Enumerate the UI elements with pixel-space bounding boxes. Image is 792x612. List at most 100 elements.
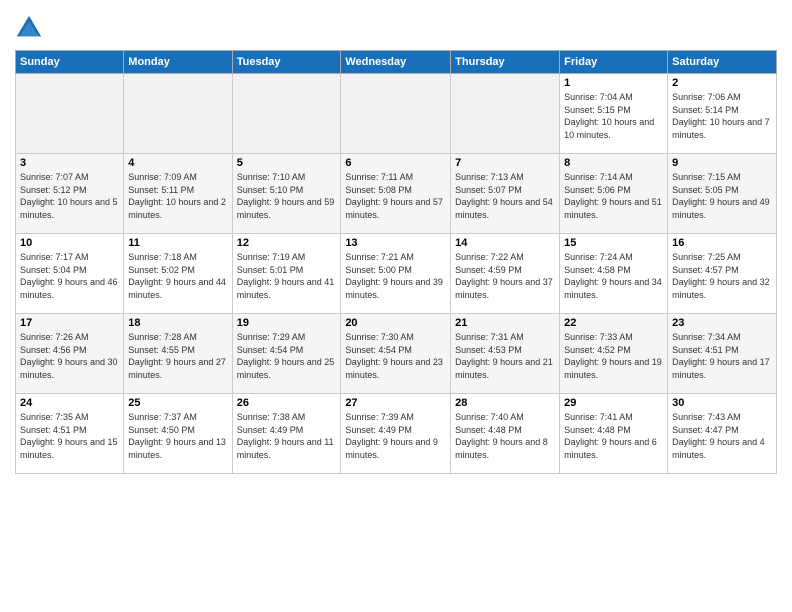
day-info: Sunrise: 7:13 AM Sunset: 5:07 PM Dayligh… xyxy=(455,171,555,221)
day-info: Sunrise: 7:25 AM Sunset: 4:57 PM Dayligh… xyxy=(672,251,772,301)
day-number: 21 xyxy=(455,317,555,329)
day-cell: 29 Sunrise: 7:41 AM Sunset: 4:48 PM Dayli… xyxy=(560,394,668,474)
day-number: 8 xyxy=(564,157,663,169)
week-row-4: 17 Sunrise: 7:26 AM Sunset: 4:56 PM Dayli… xyxy=(16,314,777,394)
day-cell: 6Sunrise: 7:11 AM Sunset: 5:08 PM Daylig… xyxy=(341,154,451,234)
calendar-header-row: SundayMondayTuesdayWednesdayThursdayFrid… xyxy=(16,51,777,74)
day-info: Sunrise: 7:22 AM Sunset: 4:59 PM Dayligh… xyxy=(455,251,555,301)
day-cell: 10 Sunrise: 7:17 AM Sunset: 5:04 PM Dayli… xyxy=(16,234,124,314)
day-number: 6 xyxy=(345,157,446,169)
day-cell: 16 Sunrise: 7:25 AM Sunset: 4:57 PM Dayli… xyxy=(668,234,777,314)
day-number: 28 xyxy=(455,397,555,409)
day-cell xyxy=(124,74,232,154)
day-number: 3 xyxy=(20,157,119,169)
day-number: 10 xyxy=(20,237,119,249)
day-cell: 3 Sunrise: 7:07 AM Sunset: 5:12 PM Daylig… xyxy=(16,154,124,234)
day-cell: 15 Sunrise: 7:24 AM Sunset: 4:58 PM Dayli… xyxy=(560,234,668,314)
day-cell: 9 Sunrise: 7:15 AM Sunset: 5:05 PM Daylig… xyxy=(668,154,777,234)
day-info: Sunrise: 7:24 AM Sunset: 4:58 PM Dayligh… xyxy=(564,251,663,301)
day-cell: 25 Sunrise: 7:37 AM Sunset: 4:50 PM Dayli… xyxy=(124,394,232,474)
day-info: Sunrise: 7:31 AM Sunset: 4:53 PM Dayligh… xyxy=(455,331,555,381)
day-info: Sunrise: 7:39 AM Sunset: 4:49 PM Dayligh… xyxy=(345,411,446,461)
day-cell: 8 Sunrise: 7:14 AM Sunset: 5:06 PM Daylig… xyxy=(560,154,668,234)
day-cell: 18Sunrise: 7:28 AM Sunset: 4:55 PM Dayli… xyxy=(124,314,232,394)
day-cell: 7 Sunrise: 7:13 AM Sunset: 5:07 PM Daylig… xyxy=(451,154,560,234)
day-number: 12 xyxy=(237,237,337,249)
day-info: Sunrise: 7:14 AM Sunset: 5:06 PM Dayligh… xyxy=(564,171,663,221)
day-cell: 21 Sunrise: 7:31 AM Sunset: 4:53 PM Dayli… xyxy=(451,314,560,394)
day-info: Sunrise: 7:41 AM Sunset: 4:48 PM Dayligh… xyxy=(564,411,663,461)
day-number: 17 xyxy=(20,317,119,329)
day-cell xyxy=(232,74,341,154)
header-thursday: Thursday xyxy=(451,51,560,74)
day-cell xyxy=(341,74,451,154)
page: SundayMondayTuesdayWednesdayThursdayFrid… xyxy=(0,0,792,612)
header-tuesday: Tuesday xyxy=(232,51,341,74)
day-number: 9 xyxy=(672,157,772,169)
day-cell: 26 Sunrise: 7:38 AM Sunset: 4:49 PM Dayli… xyxy=(232,394,341,474)
header-monday: Monday xyxy=(124,51,232,74)
day-info: Sunrise: 7:37 AM Sunset: 4:50 PM Dayligh… xyxy=(128,411,227,461)
day-cell: 11 Sunrise: 7:18 AM Sunset: 5:02 PM Dayli… xyxy=(124,234,232,314)
day-info: Sunrise: 7:04 AM Sunset: 5:15 PM Dayligh… xyxy=(564,91,663,141)
day-info: Sunrise: 7:30 AM Sunset: 4:54 PM Dayligh… xyxy=(345,331,446,381)
header-saturday: Saturday xyxy=(668,51,777,74)
day-number: 14 xyxy=(455,237,555,249)
day-number: 15 xyxy=(564,237,663,249)
week-row-5: 24Sunrise: 7:35 AM Sunset: 4:51 PM Dayli… xyxy=(16,394,777,474)
day-number: 7 xyxy=(455,157,555,169)
day-cell: 2Sunrise: 7:06 AM Sunset: 5:14 PM Daylig… xyxy=(668,74,777,154)
day-info: Sunrise: 7:18 AM Sunset: 5:02 PM Dayligh… xyxy=(128,251,227,301)
day-number: 23 xyxy=(672,317,772,329)
day-cell: 24Sunrise: 7:35 AM Sunset: 4:51 PM Dayli… xyxy=(16,394,124,474)
day-cell: 4 Sunrise: 7:09 AM Sunset: 5:11 PM Daylig… xyxy=(124,154,232,234)
day-number: 19 xyxy=(237,317,337,329)
day-number: 25 xyxy=(128,397,227,409)
day-cell: 12 Sunrise: 7:19 AM Sunset: 5:01 PM Dayli… xyxy=(232,234,341,314)
week-row-1: 1 Sunrise: 7:04 AM Sunset: 5:15 PM Daylig… xyxy=(16,74,777,154)
day-cell: 5Sunrise: 7:10 AM Sunset: 5:10 PM Daylig… xyxy=(232,154,341,234)
day-cell: 23 Sunrise: 7:34 AM Sunset: 4:51 PM Dayli… xyxy=(668,314,777,394)
day-cell: 20 Sunrise: 7:30 AM Sunset: 4:54 PM Dayli… xyxy=(341,314,451,394)
day-info: Sunrise: 7:07 AM Sunset: 5:12 PM Dayligh… xyxy=(20,171,119,221)
day-number: 4 xyxy=(128,157,227,169)
logo-icon xyxy=(15,14,43,42)
day-number: 5 xyxy=(237,157,337,169)
day-cell: 19Sunrise: 7:29 AM Sunset: 4:54 PM Dayli… xyxy=(232,314,341,394)
day-number: 20 xyxy=(345,317,446,329)
day-cell: 28Sunrise: 7:40 AM Sunset: 4:48 PM Dayli… xyxy=(451,394,560,474)
day-number: 13 xyxy=(345,237,446,249)
day-cell: 13 Sunrise: 7:21 AM Sunset: 5:00 PM Dayli… xyxy=(341,234,451,314)
day-number: 29 xyxy=(564,397,663,409)
week-row-2: 3 Sunrise: 7:07 AM Sunset: 5:12 PM Daylig… xyxy=(16,154,777,234)
day-cell: 27Sunrise: 7:39 AM Sunset: 4:49 PM Dayli… xyxy=(341,394,451,474)
day-cell: 30Sunrise: 7:43 AM Sunset: 4:47 PM Dayli… xyxy=(668,394,777,474)
day-cell xyxy=(451,74,560,154)
day-number: 26 xyxy=(237,397,337,409)
header xyxy=(15,10,777,42)
day-info: Sunrise: 7:38 AM Sunset: 4:49 PM Dayligh… xyxy=(237,411,337,461)
calendar: SundayMondayTuesdayWednesdayThursdayFrid… xyxy=(15,50,777,474)
header-sunday: Sunday xyxy=(16,51,124,74)
day-number: 22 xyxy=(564,317,663,329)
day-info: Sunrise: 7:33 AM Sunset: 4:52 PM Dayligh… xyxy=(564,331,663,381)
day-number: 1 xyxy=(564,77,663,89)
day-info: Sunrise: 7:34 AM Sunset: 4:51 PM Dayligh… xyxy=(672,331,772,381)
header-wednesday: Wednesday xyxy=(341,51,451,74)
day-info: Sunrise: 7:21 AM Sunset: 5:00 PM Dayligh… xyxy=(345,251,446,301)
day-number: 16 xyxy=(672,237,772,249)
day-info: Sunrise: 7:06 AM Sunset: 5:14 PM Dayligh… xyxy=(672,91,772,141)
day-info: Sunrise: 7:15 AM Sunset: 5:05 PM Dayligh… xyxy=(672,171,772,221)
day-info: Sunrise: 7:26 AM Sunset: 4:56 PM Dayligh… xyxy=(20,331,119,381)
logo xyxy=(15,14,46,42)
day-info: Sunrise: 7:35 AM Sunset: 4:51 PM Dayligh… xyxy=(20,411,119,461)
day-cell: 14 Sunrise: 7:22 AM Sunset: 4:59 PM Dayli… xyxy=(451,234,560,314)
day-cell: 22 Sunrise: 7:33 AM Sunset: 4:52 PM Dayli… xyxy=(560,314,668,394)
day-info: Sunrise: 7:19 AM Sunset: 5:01 PM Dayligh… xyxy=(237,251,337,301)
day-number: 18 xyxy=(128,317,227,329)
day-number: 11 xyxy=(128,237,227,249)
day-info: Sunrise: 7:17 AM Sunset: 5:04 PM Dayligh… xyxy=(20,251,119,301)
day-cell: 17 Sunrise: 7:26 AM Sunset: 4:56 PM Dayli… xyxy=(16,314,124,394)
day-info: Sunrise: 7:09 AM Sunset: 5:11 PM Dayligh… xyxy=(128,171,227,221)
week-row-3: 10 Sunrise: 7:17 AM Sunset: 5:04 PM Dayli… xyxy=(16,234,777,314)
